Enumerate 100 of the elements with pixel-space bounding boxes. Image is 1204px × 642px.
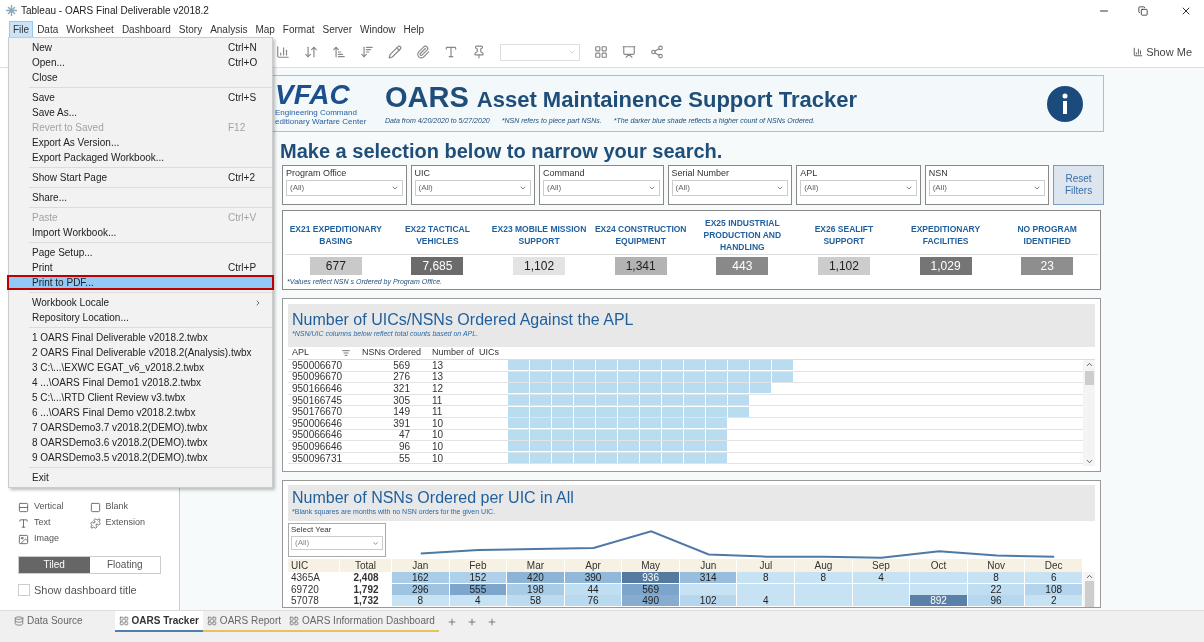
menu-bar-item[interactable]: Window: [355, 20, 400, 38]
object-item[interactable]: Image: [18, 532, 90, 546]
scrollbar[interactable]: [1083, 360, 1095, 466]
menu-item[interactable]: 3 C:\...\EXWC EGAT_v6_v2018.2.twbx: [9, 360, 272, 375]
menu-item[interactable]: Print Ctrl+P: [9, 260, 272, 275]
dropdown-field[interactable]: (All): [291, 536, 383, 550]
table-cell-text: 13: [431, 371, 445, 383]
menu-item[interactable]: 5 C:\...\RTD Client Review v3.twbx: [9, 390, 272, 405]
menu-item[interactable]: 8 OARSDemo3.6 v2018.2(DEMO).twbx: [9, 435, 272, 450]
layout-toggle[interactable]: Tiled: [19, 556, 90, 573]
object-item[interactable]: Blank: [89, 500, 161, 514]
object-item[interactable]: Text: [18, 516, 90, 530]
table-cell-text: 569: [392, 359, 410, 371]
menu-item[interactable]: Repository Location...: [9, 310, 272, 325]
menu-item[interactable]: Open... Ctrl+O: [9, 55, 272, 70]
new-story-icon[interactable]: [486, 616, 497, 627]
kpi-value: 1,102: [513, 257, 566, 275]
kpi-value: 1,341: [614, 257, 667, 275]
menu-bar-item[interactable]: Server: [318, 20, 356, 38]
table-cell-text: 1,792: [352, 583, 380, 596]
logo-text: VFAC: [275, 81, 351, 108]
scroll-up-icon[interactable]: [1084, 572, 1094, 581]
grid-icon: [118, 615, 129, 626]
heatmap-cell: 162: [392, 572, 450, 584]
restore-icon[interactable]: [1138, 5, 1148, 16]
menu-item[interactable]: Import Workbook...: [9, 225, 272, 240]
object-item[interactable]: Vertical: [18, 500, 90, 514]
new-dashboard-icon[interactable]: [466, 616, 477, 627]
logo-caption: Engineering Command: [275, 107, 358, 117]
paperclip-icon[interactable]: [416, 45, 430, 59]
table-cell-text: 13: [431, 359, 445, 371]
menu-item[interactable]: Page Setup...: [9, 245, 272, 260]
info-icon[interactable]: [1047, 85, 1083, 122]
sort-descending-icon[interactable]: [360, 45, 374, 59]
text-icon[interactable]: [444, 45, 458, 59]
menu-item[interactable]: 9 OARSDemo3.5 v2018.2(DEMO).twbx: [9, 450, 272, 465]
reset-filters-button[interactable]: Reset Filters: [1053, 165, 1104, 205]
menu-item[interactable]: Save Ctrl+S: [9, 90, 272, 105]
pin-icon[interactable]: [472, 45, 486, 59]
heatmap-cell: 420: [507, 572, 565, 584]
dropdown-field[interactable]: [500, 43, 580, 61]
menu-item[interactable]: 6 ...\OARS Final Demo v2018.2.twbx: [9, 405, 272, 420]
menu-bar-item[interactable]: Help: [399, 20, 429, 38]
sheet-tab[interactable]: Data Source: [10, 611, 87, 632]
menu-item[interactable]: 1 OARS Final Deliverable v2018.2.twbx: [9, 330, 272, 345]
menu-item[interactable]: 4 ...\OARS Final Demo1 v2018.2.twbx: [9, 375, 272, 390]
heatmap-cell: 8: [795, 572, 853, 584]
sort-icon[interactable]: [342, 349, 350, 357]
menu-item[interactable]: Print to PDF...: [7, 275, 274, 290]
menu-item[interactable]: Exit: [9, 470, 272, 485]
scroll-thumb[interactable]: [1084, 371, 1094, 385]
grid-icon: [206, 615, 217, 626]
menu-bar-item[interactable]: Format: [278, 20, 319, 38]
dropdown-field[interactable]: (All): [543, 180, 660, 196]
menu-item[interactable]: New Ctrl+N: [9, 40, 272, 55]
menu-item[interactable]: 7 OARSDemo3.7 v2018.2(DEMO).twbx: [9, 420, 272, 435]
menu-bar-item[interactable]: Map: [251, 20, 279, 38]
new-sheet-icon[interactable]: [446, 616, 457, 627]
scroll-down-icon[interactable]: [1084, 457, 1094, 466]
caret-icon: [776, 184, 785, 192]
menu-item[interactable]: Show Start Page Ctrl+2: [9, 170, 272, 185]
menu-item[interactable]: 2 OARS Final Deliverable v2018.2(Analysis).twbx: [9, 345, 272, 360]
menu-item[interactable]: Save As...: [9, 105, 272, 120]
show-me-button[interactable]: Show Me: [1133, 43, 1192, 61]
kpi-label: EX23 MOBILE MISSION SUPPORT: [490, 222, 588, 247]
menu-item[interactable]: Workbook Locale: [9, 295, 272, 310]
dropdown-field[interactable]: (All): [286, 180, 403, 196]
scroll-up-icon[interactable]: [1084, 360, 1094, 369]
table-cell-text: 11: [431, 406, 444, 418]
heatmap-cell: 8: [737, 572, 796, 584]
grid-icon[interactable]: [594, 45, 608, 59]
sheet-tab[interactable]: OARS Tracker: [114, 611, 203, 632]
dropdown-field[interactable]: (All): [671, 180, 789, 196]
pencil-icon[interactable]: [388, 45, 402, 59]
menu-bar-item[interactable]: Analysis: [206, 20, 252, 38]
chart-icon[interactable]: [276, 45, 290, 59]
menu-item[interactable]: Export As Version...: [9, 135, 272, 150]
sort-ascending-icon[interactable]: [332, 45, 346, 59]
object-item[interactable]: Extension: [89, 516, 161, 530]
scroll-thumb[interactable]: [1084, 581, 1094, 607]
menu-item[interactable]: Export Packaged Workbook...: [9, 150, 272, 165]
dropdown-field[interactable]: (All): [928, 180, 1046, 196]
dropdown-field[interactable]: (All): [414, 180, 532, 196]
menu-bar-item[interactable]: Story: [174, 20, 207, 38]
dashboard-title: Asset Maintainence Support Tracker: [476, 85, 858, 114]
checkbox[interactable]: [18, 583, 30, 596]
kpi-label: EXPEDITIONARY FACILITIES: [910, 222, 982, 247]
scrollbar[interactable]: [1083, 572, 1095, 607]
menu-item[interactable]: Close: [9, 70, 272, 85]
presentation-icon[interactable]: [622, 45, 636, 59]
menu-bar-item[interactable]: File: [9, 20, 34, 38]
menu-bar-item[interactable]: Dashboard: [117, 20, 175, 38]
dropdown-field[interactable]: (All): [800, 180, 917, 196]
swap-icon[interactable]: [304, 45, 318, 59]
share-icon[interactable]: [650, 45, 664, 59]
menu-bar-item[interactable]: Worksheet: [62, 20, 118, 38]
menu-item[interactable]: Share...: [9, 190, 272, 205]
heatmap-cell: 6: [1025, 572, 1083, 584]
menu-bar-item[interactable]: Data: [33, 20, 63, 38]
window-title: Tableau - OARS Final Deliverable v2018.2: [21, 4, 209, 18]
